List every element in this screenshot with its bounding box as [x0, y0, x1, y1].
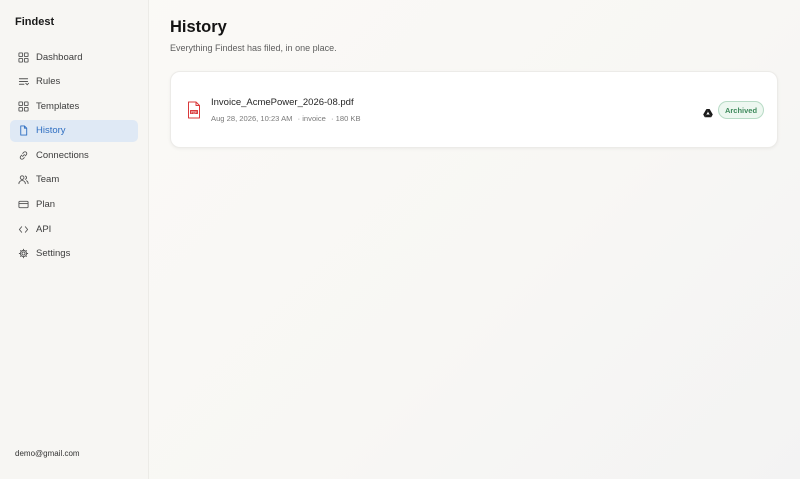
sidebar-item-history[interactable]: History — [10, 119, 138, 142]
users-icon — [18, 174, 29, 185]
sidebar: Findest Dashboard Rules Templates Histor… — [0, 0, 149, 479]
sidebar-item-team[interactable]: Team — [10, 169, 138, 191]
sidebar-item-api[interactable]: API — [10, 218, 138, 240]
sidebar-item-label: History — [36, 125, 66, 137]
file-date: Aug 28, 2026, 10:23 AM — [211, 114, 293, 123]
sidebar-item-label: Rules — [36, 76, 61, 88]
page-subtitle: Everything Findest has filed, in one pla… — [170, 43, 337, 53]
svg-text:PDF: PDF — [191, 110, 197, 114]
grid-icon — [18, 51, 29, 63]
file-meta: Aug 28, 2026, 10:23 AM · invoice · 180 K… — [211, 114, 364, 123]
page-title: History — [170, 18, 227, 36]
app-logo-text[interactable]: Findest — [15, 16, 54, 28]
history-item-card[interactable]: PDF Invoice_AcmePower_2026-08.pdf Aug 28… — [170, 71, 778, 148]
file-name[interactable]: Invoice_AcmePower_2026-08.pdf — [211, 97, 354, 108]
code-icon — [18, 224, 29, 235]
sidebar-item-connections[interactable]: Connections — [10, 144, 138, 166]
filter-lines-icon — [18, 76, 29, 87]
sidebar-item-label: Templates — [36, 100, 80, 112]
link-icon — [18, 150, 29, 161]
file-size: · 180 KB — [331, 114, 361, 123]
sidebar-item-label: API — [36, 223, 52, 235]
google-drive-icon — [703, 105, 713, 118]
gear-icon — [18, 248, 29, 259]
file-type: · invoice — [297, 114, 326, 123]
document-icon — [18, 125, 29, 136]
grid-icon — [18, 101, 29, 112]
credit-card-icon — [18, 199, 29, 210]
sidebar-item-label: Connections — [36, 149, 89, 161]
sidebar-item-settings[interactable]: Settings — [10, 243, 138, 265]
user-email[interactable]: demo@gmail.com — [15, 449, 80, 458]
status-badge: Archived — [718, 101, 764, 119]
sidebar-nav: Dashboard Rules Templates History Connec… — [10, 46, 138, 267]
sidebar-item-label: Settings — [36, 248, 71, 260]
sidebar-item-rules[interactable]: Rules — [10, 71, 138, 93]
sidebar-item-templates[interactable]: Templates — [10, 95, 138, 117]
pdf-file-icon: PDF — [187, 101, 201, 119]
sidebar-item-label: Team — [36, 174, 60, 186]
sidebar-item-plan[interactable]: Plan — [10, 194, 138, 216]
sidebar-item-label: Plan — [36, 199, 56, 211]
sidebar-item-dashboard[interactable]: Dashboard — [10, 46, 138, 68]
sidebar-item-label: Dashboard — [36, 51, 83, 63]
